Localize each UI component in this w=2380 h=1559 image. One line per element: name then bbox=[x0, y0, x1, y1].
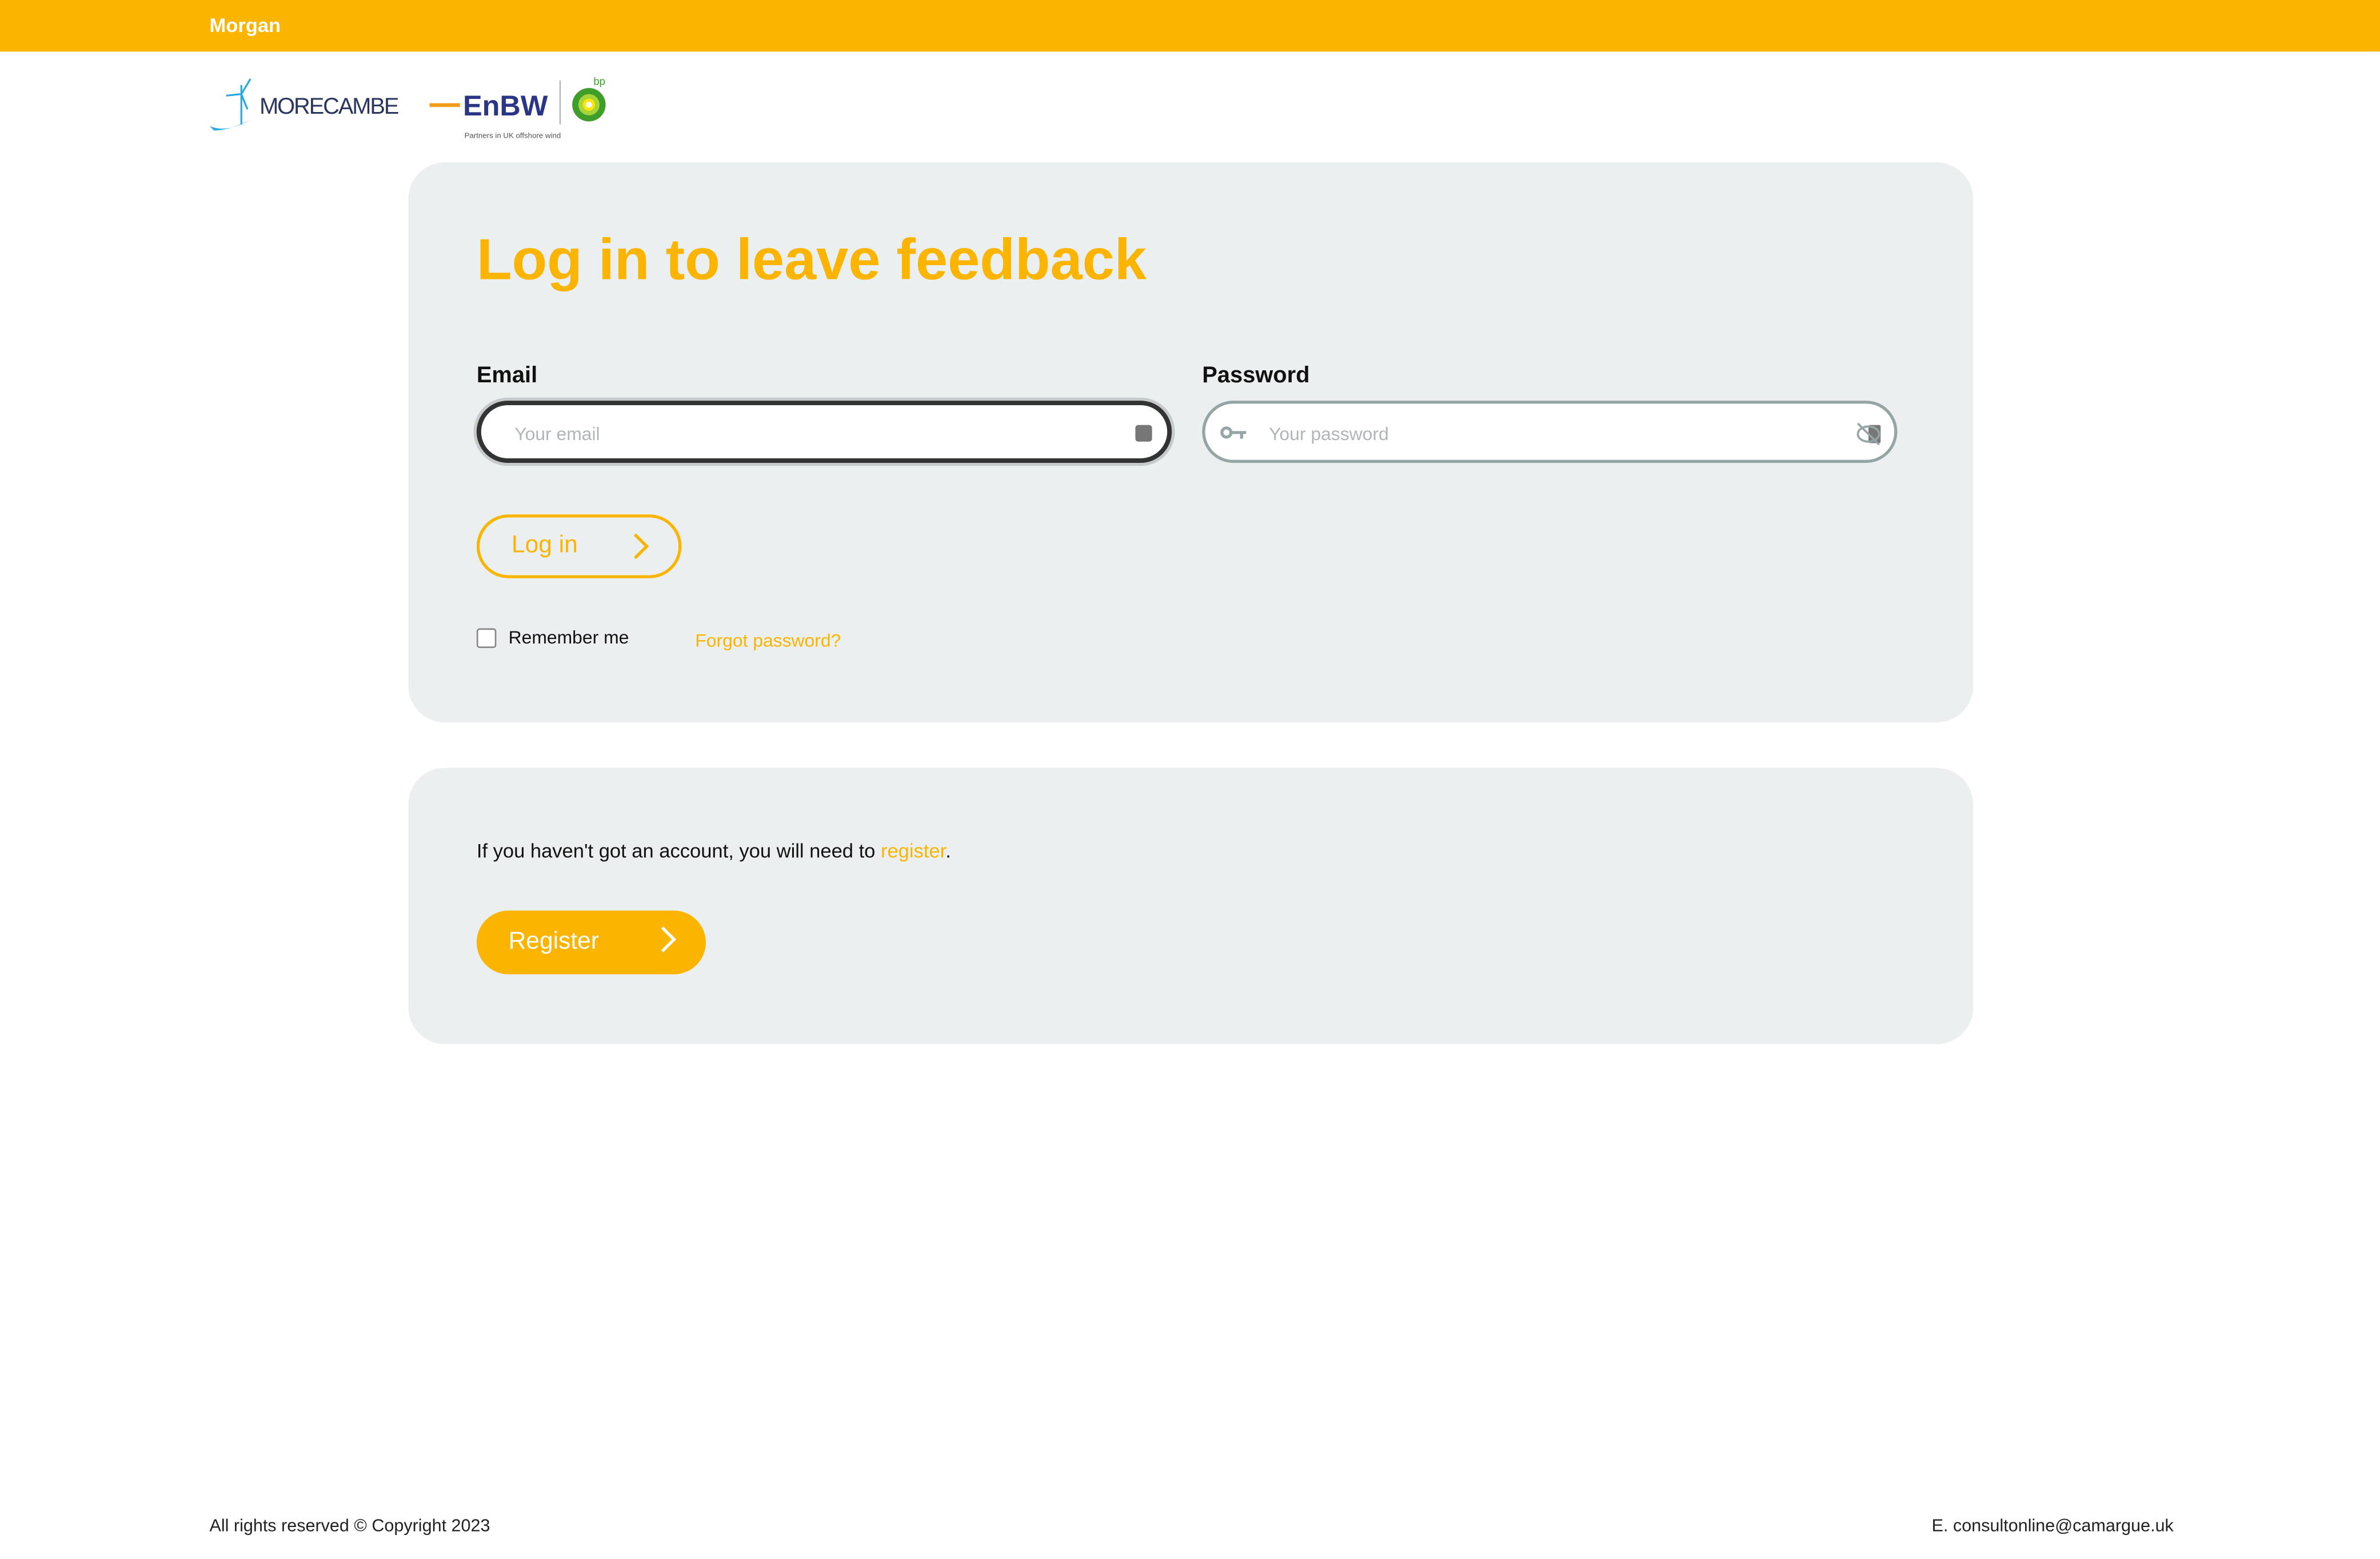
register-link[interactable]: register bbox=[881, 840, 945, 862]
page-title: Log in to leave feedback bbox=[476, 229, 1147, 293]
svg-text:Partners in UK offshore wind: Partners in UK offshore wind bbox=[465, 131, 561, 140]
login-button[interactable]: Log in bbox=[476, 514, 682, 578]
register-message: If you haven't got an account, you will … bbox=[477, 840, 951, 862]
contact-email: E. consultonline@camargue.uk bbox=[1931, 1517, 2174, 1536]
forgot-password-link[interactable]: Forgot password? bbox=[695, 630, 841, 651]
password-label: Password bbox=[1202, 362, 1310, 389]
register-button-label: Register bbox=[508, 929, 599, 955]
autofill-icon[interactable] bbox=[1135, 425, 1152, 442]
email-label: Email bbox=[476, 362, 538, 389]
remember-me[interactable]: Remember me bbox=[476, 626, 629, 648]
svg-text:EnBW: EnBW bbox=[463, 89, 548, 122]
register-card: If you haven't got an account, you will … bbox=[408, 767, 1974, 1045]
hide-password-icon[interactable] bbox=[1855, 422, 1882, 446]
remember-me-checkbox[interactable] bbox=[476, 627, 497, 647]
register-message-text: If you haven't got an account, you will … bbox=[476, 839, 881, 862]
partner-logos: MORECAMBE EnBW bp Partners in UK offshor… bbox=[209, 75, 606, 140]
remember-me-label: Remember me bbox=[508, 626, 629, 648]
login-card: Log in to leave feedback Email Password … bbox=[408, 162, 1974, 723]
register-message-end: . bbox=[945, 839, 951, 862]
password-input[interactable] bbox=[1265, 403, 1849, 463]
site-title: Morgan bbox=[209, 13, 281, 37]
svg-text:bp: bp bbox=[593, 75, 605, 87]
key-icon bbox=[1220, 426, 1247, 439]
morecambe-logo: MORECAMBE bbox=[209, 78, 399, 131]
email-field-wrapper bbox=[476, 401, 1172, 463]
login-button-label: Log in bbox=[511, 533, 578, 559]
svg-text:MORECAMBE: MORECAMBE bbox=[259, 94, 399, 119]
email-input[interactable] bbox=[511, 405, 1095, 462]
chevron-right-icon bbox=[650, 926, 677, 953]
chevron-right-icon bbox=[623, 533, 649, 559]
password-field-wrapper bbox=[1202, 401, 1898, 463]
top-bar: Morgan bbox=[0, 0, 2380, 52]
copyright: All rights reserved © Copyright 2023 bbox=[209, 1517, 490, 1536]
register-button[interactable]: Register bbox=[476, 910, 706, 974]
